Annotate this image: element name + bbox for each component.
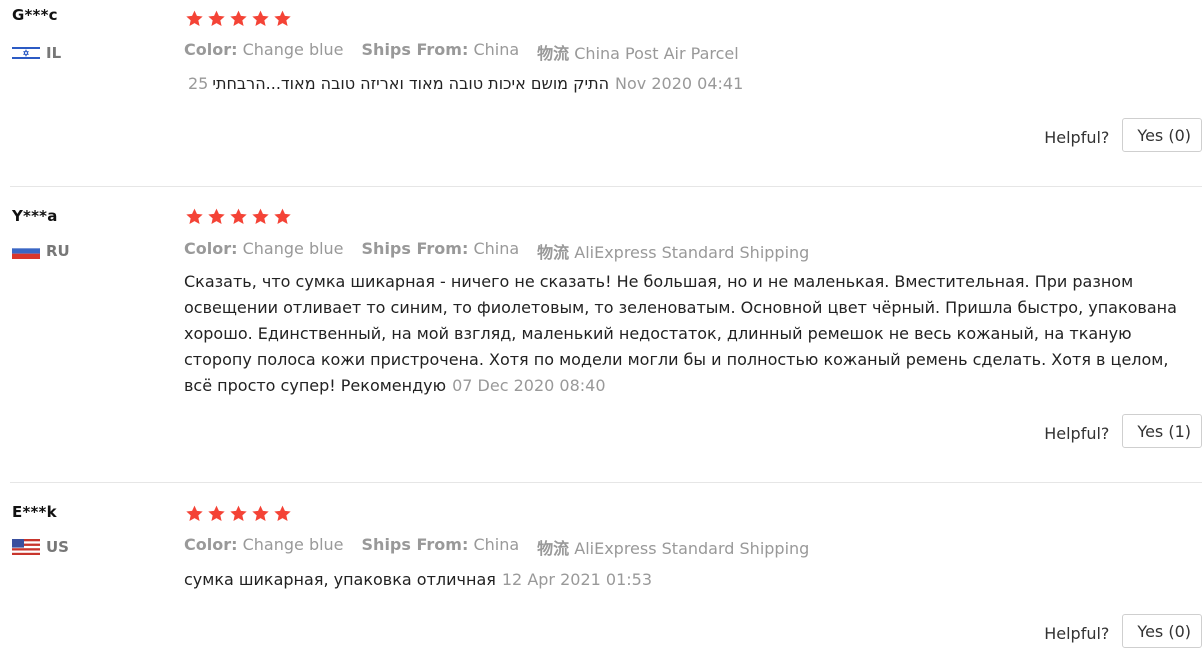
- review-meta: Color: Change blue Ships From: China 物流 …: [184, 535, 809, 559]
- review-divider: [10, 482, 1202, 483]
- helpful-yes-button[interactable]: Yes (1): [1122, 414, 1202, 448]
- review-meta: Color: Change blue Ships From: China 物流 …: [184, 239, 809, 263]
- star-icon: [272, 504, 293, 524]
- star-icon: [250, 504, 271, 524]
- star-icon: [184, 207, 205, 227]
- helpful-label: Helpful?: [1044, 127, 1110, 147]
- ships-from-attribute: Ships From: China: [361, 40, 520, 59]
- helpful-section: Helpful? Yes (0): [1044, 118, 1202, 152]
- star-icon: [228, 9, 249, 29]
- helpful-yes-button[interactable]: Yes (0): [1122, 118, 1202, 152]
- star-icon: [184, 9, 205, 29]
- country-code: IL: [46, 44, 62, 62]
- star-icon: [272, 9, 293, 29]
- review-text: Сказать, что сумка шикарная - ничего не …: [184, 269, 1179, 399]
- country-code: RU: [46, 242, 70, 260]
- review-text: сумка шикарная, упаковка отличная 12 Apr …: [184, 567, 1184, 593]
- star-icon: [206, 9, 227, 29]
- israel-flag-icon: [12, 45, 40, 61]
- review-meta: Color: Change blue Ships From: China 物流 …: [184, 40, 739, 64]
- color-attribute: Color: Change blue: [184, 535, 344, 554]
- reviewer-name: G***c: [12, 6, 58, 24]
- review-date: 07 Dec 2020 08:40: [452, 376, 606, 395]
- star-icon: [272, 207, 293, 227]
- color-attribute: Color: Change blue: [184, 239, 344, 258]
- reviewer-country: RU: [12, 242, 70, 260]
- logistics-attribute: 物流 China Post Air Parcel: [537, 44, 739, 63]
- russia-flag-icon: [12, 243, 40, 259]
- review-divider: [10, 186, 1202, 187]
- star-icon: [206, 504, 227, 524]
- helpful-label: Helpful?: [1044, 623, 1110, 643]
- star-icon: [250, 9, 271, 29]
- star-icon: [184, 504, 205, 524]
- logistics-attribute: 物流 AliExpress Standard Shipping: [537, 243, 810, 262]
- helpful-yes-button[interactable]: Yes (0): [1122, 614, 1202, 648]
- star-rating: [184, 207, 293, 227]
- review-date: 12 Apr 2021 01:53: [501, 570, 652, 589]
- country-code: US: [46, 538, 69, 556]
- color-attribute: Color: Change blue: [184, 40, 344, 59]
- star-icon: [228, 504, 249, 524]
- helpful-label: Helpful?: [1044, 423, 1110, 443]
- review-text: 25 התיק מושם איכות טובה מאוד ואריזה טובה …: [188, 71, 1188, 97]
- review-date: Nov 2020 04:41: [615, 74, 744, 93]
- ships-from-attribute: Ships From: China: [361, 535, 520, 554]
- helpful-section: Helpful? Yes (0): [1044, 614, 1202, 648]
- logistics-attribute: 物流 AliExpress Standard Shipping: [537, 539, 810, 558]
- helpful-section: Helpful? Yes (1): [1044, 414, 1202, 448]
- review-body: Сказать, что сумка шикарная - ничего не …: [184, 272, 1177, 395]
- review-body: התיק מושם איכות טובה מאוד ואריזה טובה מא…: [212, 74, 610, 93]
- reviewer-country: IL: [12, 44, 61, 62]
- ships-from-attribute: Ships From: China: [361, 239, 520, 258]
- review-body: сумка шикарная, упаковка отличная: [184, 570, 496, 589]
- review-lead-number: 25: [188, 74, 209, 93]
- star-rating: [184, 504, 293, 524]
- reviewer-country: US: [12, 538, 69, 556]
- star-icon: [206, 207, 227, 227]
- star-icon: [228, 207, 249, 227]
- star-rating: [184, 9, 293, 29]
- star-icon: [250, 207, 271, 227]
- reviewer-name: E***k: [12, 503, 57, 521]
- usa-flag-icon: [12, 539, 40, 555]
- reviewer-name: Y***a: [12, 207, 58, 225]
